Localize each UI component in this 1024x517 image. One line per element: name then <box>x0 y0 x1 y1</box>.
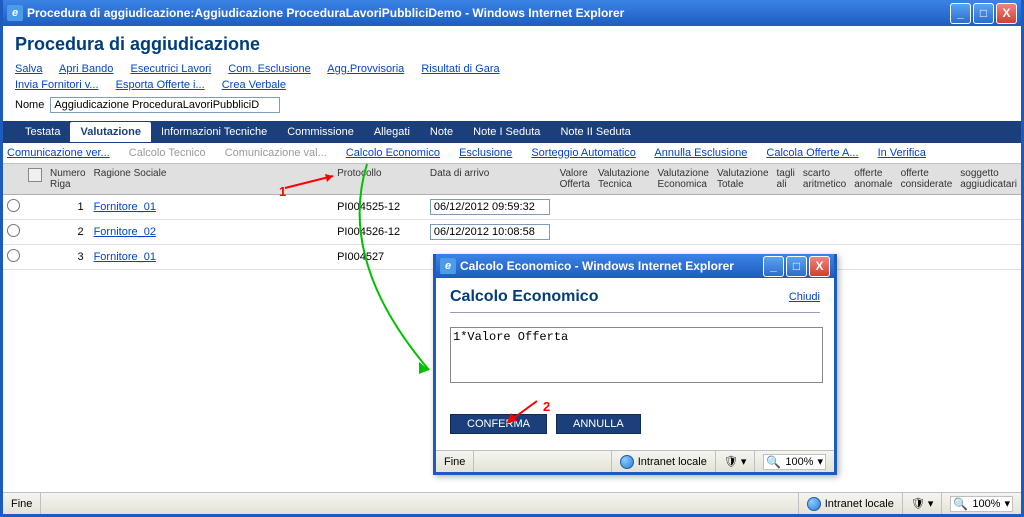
popup-zoom-value: 100% <box>785 456 813 468</box>
ie-icon: e <box>7 5 23 21</box>
status-zone: Intranet locale <box>825 498 894 510</box>
table-row: 1 Fornitore_01 PI004525-12 <box>3 195 1021 220</box>
popup-title: Calcolo Economico - Windows Internet Exp… <box>460 259 763 273</box>
link-esecutrici-lavori[interactable]: Esecutrici Lavori <box>130 63 211 75</box>
col-valutazione-economica: Valutazione Economica <box>653 164 713 195</box>
col-offerte-anomale: offerte anomale <box>850 164 896 195</box>
col-scarto-aritmetico: scarto aritmetico <box>799 164 850 195</box>
status-fine: Fine <box>11 498 32 510</box>
tab-note[interactable]: Note <box>420 122 463 142</box>
popup-content: Calcolo Economico Chiudi CONFERMA ANNULL… <box>436 278 834 444</box>
col-offerte-considerate: offerte considerate <box>897 164 957 195</box>
tabs-bar: Testata Valutazione Informazioni Tecnich… <box>3 121 1021 143</box>
data-arrivo-input[interactable] <box>430 199 550 215</box>
bulk-action-icon[interactable] <box>28 168 42 182</box>
ragione-link[interactable]: Fornitore_02 <box>94 226 156 238</box>
col-tagli-ali: tagli ali <box>773 164 799 195</box>
ie-icon: e <box>440 258 456 274</box>
row-radio[interactable] <box>7 199 20 212</box>
magnify-icon: 🔍 <box>953 497 968 511</box>
data-arrivo-input[interactable] <box>430 224 550 240</box>
popup-maximize-button[interactable]: □ <box>786 256 807 277</box>
tab-commissione[interactable]: Commissione <box>277 122 364 142</box>
sublink-calcolo-economico[interactable]: Calcolo Economico <box>346 147 440 159</box>
globe-icon <box>620 455 634 469</box>
tab-note-i[interactable]: Note I Seduta <box>463 122 550 142</box>
tab-allegati[interactable]: Allegati <box>364 122 420 142</box>
main-titlebar: e Procedura di aggiudicazione:Aggiudicaz… <box>3 0 1021 26</box>
row-num: 3 <box>46 245 90 270</box>
tab-testata[interactable]: Testata <box>15 122 70 142</box>
grid-header-row: Numero Riga Ragione Sociale Protocollo D… <box>3 164 1021 195</box>
link-crea-verbale[interactable]: Crea Verbale <box>222 79 286 91</box>
tab-info-tecniche[interactable]: Informazioni Tecniche <box>151 122 277 142</box>
main-status-bar: Fine Intranet locale 🛡 ▾ 🔍100% ▾ <box>3 492 1021 514</box>
sublink-calcola-offerte-a[interactable]: Calcola Offerte A... <box>766 147 858 159</box>
row-radio[interactable] <box>7 249 20 262</box>
col-ragione-sociale: Ragione Sociale <box>90 164 334 195</box>
nome-input[interactable] <box>50 97 280 113</box>
link-agg-provvisoria[interactable]: Agg.Provvisoria <box>327 63 404 75</box>
sub-links: Comunicazione ver... Calcolo Tecnico Com… <box>3 143 1021 164</box>
minimize-button[interactable]: _ <box>950 3 971 24</box>
row-num: 2 <box>46 220 90 245</box>
table-row: 2 Fornitore_02 PI004526-12 <box>3 220 1021 245</box>
annulla-button[interactable]: ANNULLA <box>556 414 641 434</box>
link-esporta-offerte[interactable]: Esporta Offerte i... <box>116 79 205 91</box>
col-valutazione-tecnica: Valutazione Tecnica <box>594 164 654 195</box>
popup-zoom-selector[interactable]: 🔍100% ▾ <box>763 454 826 470</box>
tab-note-ii[interactable]: Note II Seduta <box>550 122 640 142</box>
page-title: Procedura di aggiudicazione <box>3 26 1021 61</box>
link-apri-bando[interactable]: Apri Bando <box>59 63 113 75</box>
popup-status-bar: Fine Intranet locale 🛡 ▾ 🔍100% ▾ <box>436 450 834 472</box>
col-protocollo: Protocollo <box>333 164 426 195</box>
row-radio[interactable] <box>7 224 20 237</box>
link-invia-fornitori[interactable]: Invia Fornitori v... <box>15 79 99 91</box>
link-com-esclusione[interactable]: Com. Esclusione <box>228 63 311 75</box>
row-num: 1 <box>46 195 90 220</box>
maximize-button[interactable]: □ <box>973 3 994 24</box>
popup-status-fine: Fine <box>444 456 465 468</box>
toolbar-row2: Invia Fornitori v... Esporta Offerte i..… <box>3 77 1021 93</box>
sublink-comunicazione-ver[interactable]: Comunicazione ver... <box>7 147 110 159</box>
nome-row: Nome <box>3 93 1021 117</box>
popup-titlebar: e Calcolo Economico - Windows Internet E… <box>436 254 834 278</box>
popup-chiudi-link[interactable]: Chiudi <box>789 291 820 303</box>
magnify-icon: 🔍 <box>766 455 781 469</box>
col-valore-offerta: Valore Offerta <box>556 164 594 195</box>
sublink-comunicazione-val: Comunicazione val... <box>225 147 327 159</box>
col-valutazione-totale: Valutazione Totale <box>713 164 773 195</box>
col-data-arrivo: Data di arrivo <box>426 164 556 195</box>
protocollo: PI004525-12 <box>333 195 426 220</box>
link-risultati-gara[interactable]: Risultati di Gara <box>421 63 499 75</box>
popup-status-zone: Intranet locale <box>638 456 707 468</box>
col-soggetto-aggiudicatari: soggetto aggiudicatari <box>956 164 1021 195</box>
ragione-link[interactable]: Fornitore_01 <box>94 251 156 263</box>
popup-calcolo-economico: e Calcolo Economico - Windows Internet E… <box>433 254 837 475</box>
protocollo: PI004527 <box>333 245 426 270</box>
zoom-selector[interactable]: 🔍100% ▾ <box>950 496 1013 512</box>
popup-heading: Calcolo Economico <box>450 288 598 306</box>
sublink-in-verifica[interactable]: In Verifica <box>878 147 926 159</box>
main-window: e Procedura di aggiudicazione:Aggiudicaz… <box>0 0 1024 517</box>
protocollo: PI004526-12 <box>333 220 426 245</box>
popup-minimize-button[interactable]: _ <box>763 256 784 277</box>
link-salva[interactable]: Salva <box>15 63 43 75</box>
sublink-calcolo-tecnico: Calcolo Tecnico <box>129 147 206 159</box>
close-button[interactable]: X <box>996 3 1017 24</box>
toolbar-row1: Salva Apri Bando Esecutrici Lavori Com. … <box>3 61 1021 77</box>
col-numero-riga: Numero Riga <box>46 164 90 195</box>
main-title: Procedura di aggiudicazione:Aggiudicazio… <box>27 6 950 20</box>
formula-textarea[interactable] <box>450 327 823 383</box>
globe-icon <box>807 497 821 511</box>
sublink-sorteggio-automatico[interactable]: Sorteggio Automatico <box>531 147 636 159</box>
tab-valutazione[interactable]: Valutazione <box>70 122 151 142</box>
nome-label: Nome <box>15 99 44 111</box>
popup-close-button[interactable]: X <box>809 256 830 277</box>
ragione-link[interactable]: Fornitore_01 <box>94 201 156 213</box>
zoom-value: 100% <box>972 498 1000 510</box>
sublink-annulla-esclusione[interactable]: Annulla Esclusione <box>654 147 747 159</box>
sublink-esclusione[interactable]: Esclusione <box>459 147 512 159</box>
conferma-button[interactable]: CONFERMA <box>450 414 547 434</box>
